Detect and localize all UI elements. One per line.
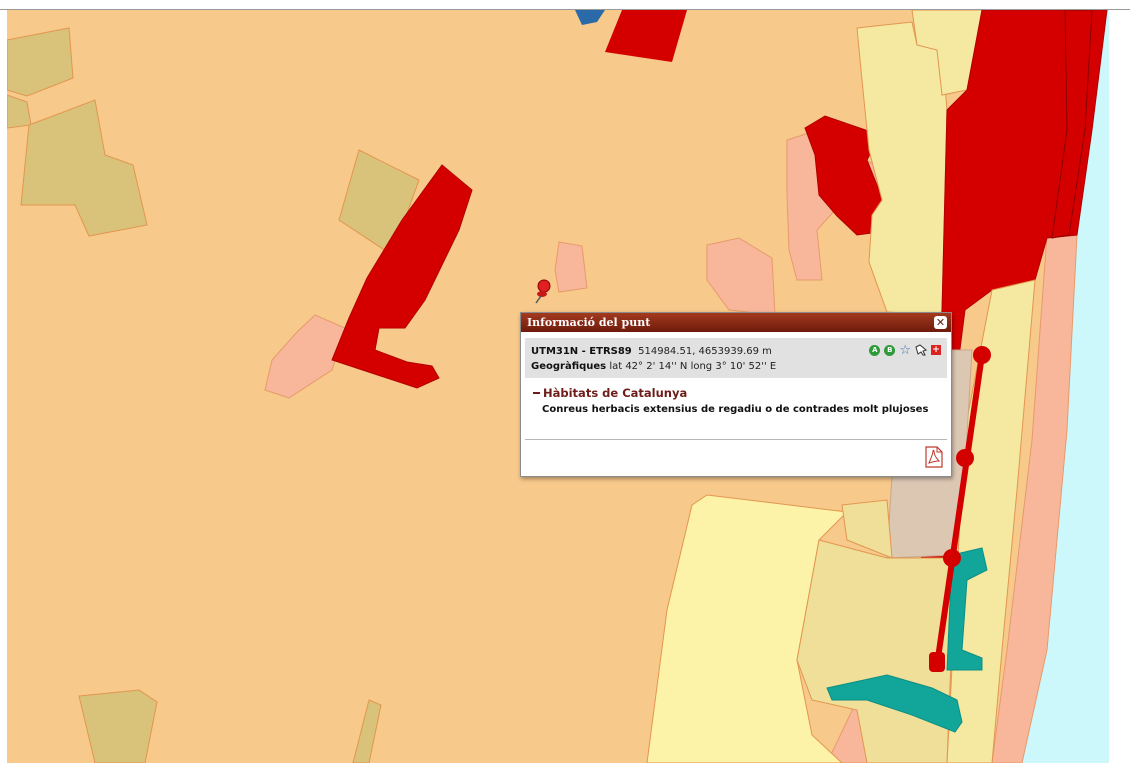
section-header[interactable]: Hàbitats de Catalunya [533,386,951,400]
geo-value: lat 42° 2' 14'' N long 3° 10' 52'' E [609,361,777,372]
pushpin-icon[interactable] [532,279,554,305]
plus-icon[interactable]: + [931,345,941,355]
a-icon[interactable]: A [869,344,881,356]
parcel-pink [554,241,588,293]
geo-row: Geogràfiques lat 42° 2' 14'' N long 3° 1… [531,361,776,372]
top-border [0,0,1130,10]
popup-title: Informació del punt [527,316,651,329]
utm-label: UTM31N - ETRS89 [531,346,632,357]
tool-icons: A B ☆ + [869,344,941,357]
geo-label: Geogràfiques [531,361,607,372]
pointer-icon[interactable] [915,344,927,356]
utm-row: UTM31N - ETRS89 514984.51, 4653939.69 m [531,346,772,357]
collapse-icon[interactable] [533,392,540,394]
measure-vertex[interactable] [956,449,974,467]
measure-end-marker[interactable] [929,652,945,672]
divider [525,439,947,440]
coordinates-box: UTM31N - ETRS89 514984.51, 4653939.69 m … [525,338,947,378]
pdf-icon[interactable] [925,446,943,468]
close-icon[interactable]: ✕ [934,316,947,329]
b-icon[interactable]: B [884,344,896,356]
measure-vertex[interactable] [973,346,991,364]
point-info-popup: Informació del punt ✕ UTM31N - ETRS89 51… [520,312,952,477]
star-icon[interactable]: ☆ [899,344,911,357]
measure-vertex[interactable] [943,549,961,567]
section-title: Hàbitats de Catalunya [543,386,688,400]
utm-value: 514984.51, 4653939.69 m [638,346,772,357]
habitat-description: Conreus herbacis extensius de regadiu o … [542,404,929,415]
popup-header[interactable]: Informació del punt ✕ [521,313,951,332]
